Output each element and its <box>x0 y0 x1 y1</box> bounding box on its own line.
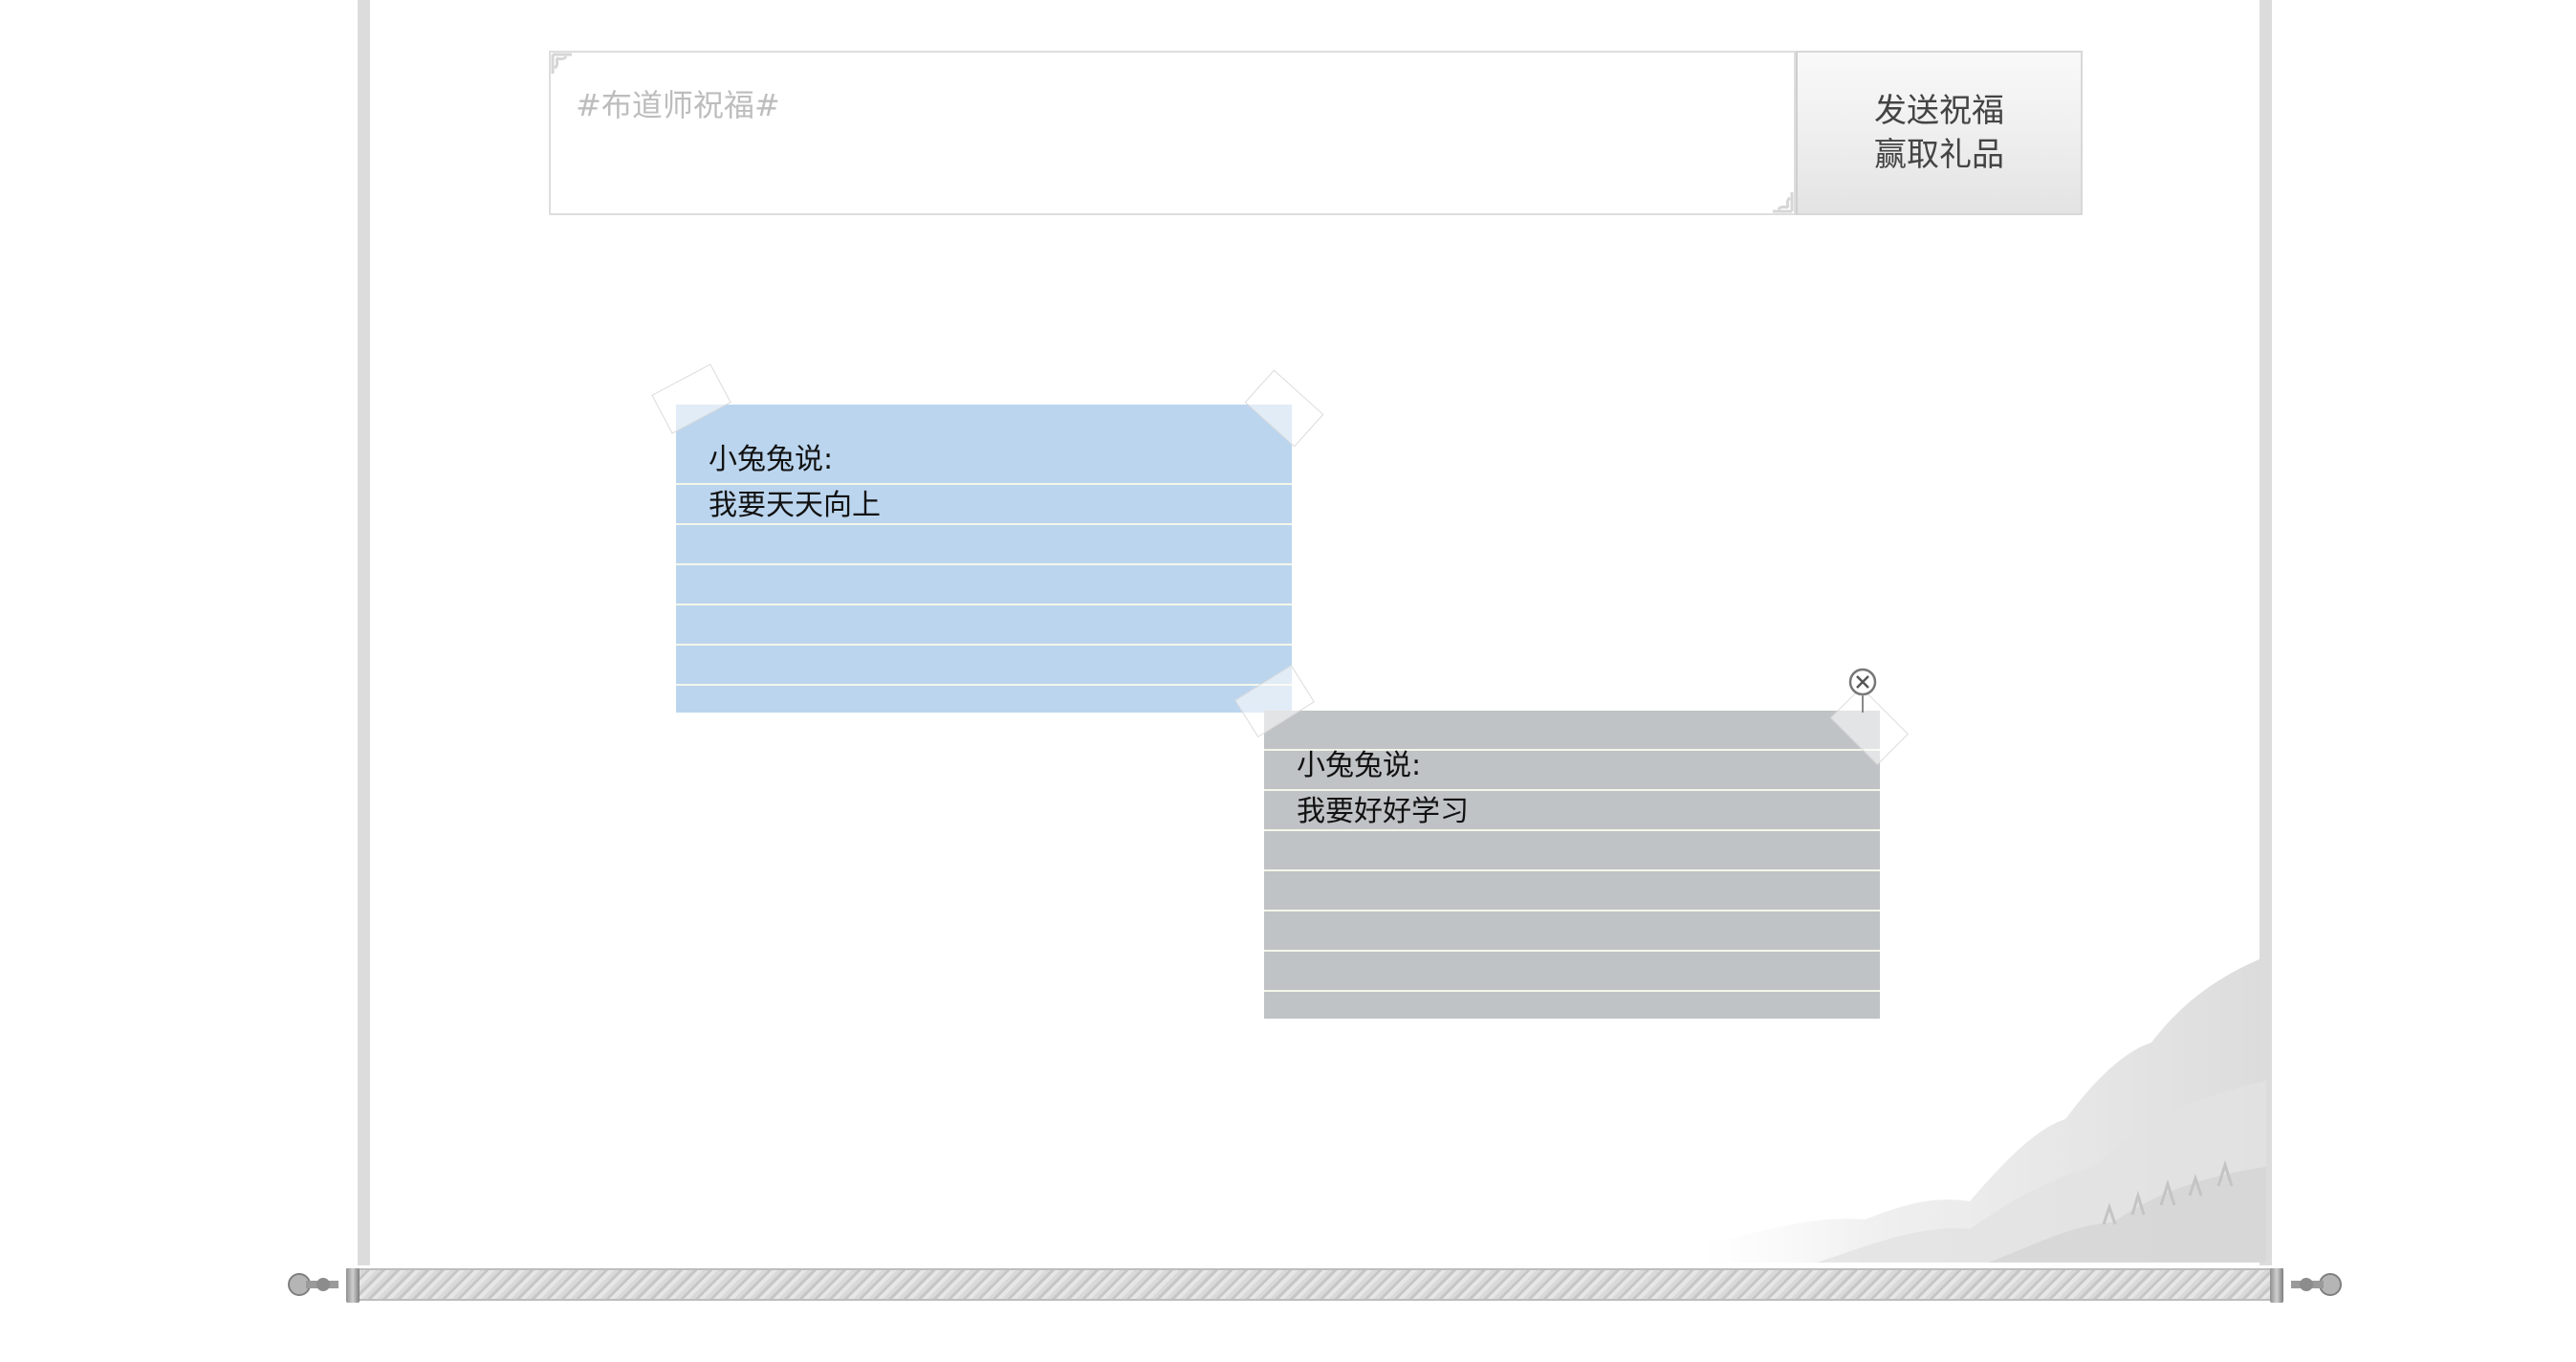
note-message: 我要天天向上 <box>709 489 881 522</box>
note-author: 小兔兔说: <box>709 443 834 476</box>
rod-knob-right <box>2291 1273 2342 1296</box>
rod-end-left <box>346 1268 360 1303</box>
send-button-line2: 赢取礼品 <box>1874 136 2004 174</box>
send-button-line1: 发送祝福 <box>1874 92 2004 130</box>
wish-input[interactable] <box>551 53 1794 213</box>
rod-end-right <box>2270 1268 2283 1303</box>
page: 发送祝福 赢取礼品 小兔兔说: 我要天天向上 小兔兔说: 我要好好学习 <box>0 0 2576 1362</box>
corner-ornament-icon <box>1773 192 1794 213</box>
close-icon[interactable] <box>1845 667 1880 714</box>
scroll-rod <box>346 1268 2283 1301</box>
note-message: 我要好好学习 <box>1297 795 1469 828</box>
wish-input-box <box>549 51 1796 215</box>
wish-note[interactable]: 小兔兔说: 我要天天向上 <box>676 405 1292 713</box>
corner-ornament-icon <box>551 53 572 74</box>
note-author: 小兔兔说: <box>1297 749 1422 782</box>
wish-note[interactable]: 小兔兔说: 我要好好学习 <box>1264 711 1880 1019</box>
send-wish-button[interactable]: 发送祝福 赢取礼品 <box>1796 51 2083 215</box>
rod-knob-left <box>288 1273 338 1296</box>
